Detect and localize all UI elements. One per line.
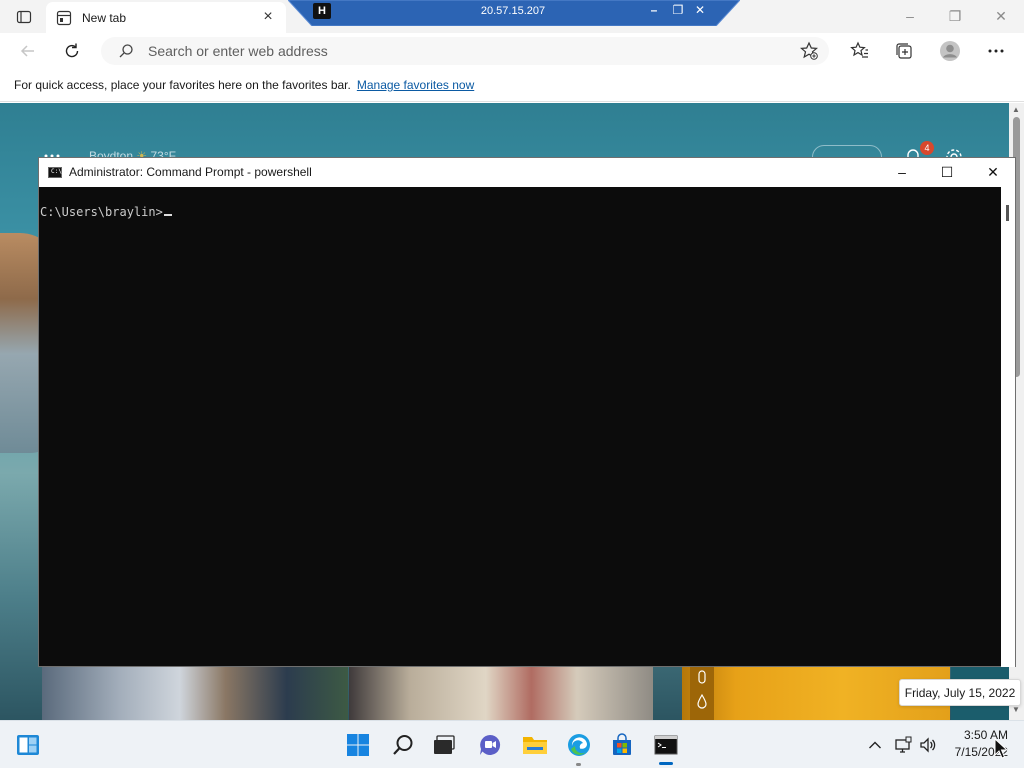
- favorites-bar-text: For quick access, place your favorites h…: [14, 78, 351, 92]
- close-tab-icon[interactable]: ×: [260, 8, 276, 26]
- active-app-indicator: [659, 762, 673, 765]
- scroll-up-icon[interactable]: ▲: [1012, 105, 1020, 114]
- start-windows-icon[interactable]: [345, 732, 371, 758]
- address-input[interactable]: Search or enter web address: [148, 43, 799, 59]
- tab-title: New tab: [82, 10, 127, 25]
- running-indicator: [576, 763, 581, 766]
- weather-card-sidebar: [690, 667, 714, 720]
- tab-new-tab[interactable]: New tab ×: [46, 2, 286, 33]
- refresh-icon[interactable]: [61, 40, 83, 62]
- browser-toolbar: Search or enter web address: [0, 33, 1024, 69]
- address-bar[interactable]: Search or enter web address: [101, 37, 829, 65]
- widgets-icon[interactable]: [15, 732, 41, 758]
- console-maximize-icon[interactable]: ☐: [938, 163, 956, 181]
- manage-favorites-link[interactable]: Manage favorites now: [357, 78, 474, 92]
- remote-minimize-icon[interactable]: –: [647, 3, 661, 17]
- tab-actions-icon[interactable]: [10, 7, 38, 27]
- console-scrollbar[interactable]: [1001, 187, 1015, 667]
- favorites-bar: For quick access, place your favorites h…: [0, 69, 1024, 102]
- console-titlebar[interactable]: C:\ Administrator: Command Prompt - powe…: [39, 158, 1015, 187]
- pin-icon[interactable]: H: [313, 3, 331, 19]
- favorites-icon[interactable]: [849, 40, 871, 62]
- remote-connection-bar: H 20.57.15.207 – ❐ ✕: [288, 0, 740, 26]
- news-card-image[interactable]: [349, 667, 653, 720]
- mouse-cursor-icon: [994, 737, 1009, 760]
- back-icon[interactable]: [17, 40, 39, 62]
- remote-restore-icon[interactable]: ❐: [671, 3, 685, 17]
- settings-more-icon[interactable]: [985, 40, 1007, 62]
- console-title: Administrator: Command Prompt - powershe…: [69, 165, 312, 179]
- task-view-icon[interactable]: [431, 732, 457, 758]
- network-icon[interactable]: [894, 736, 912, 754]
- command-prompt-icon: C:\: [48, 167, 62, 178]
- file-explorer-icon[interactable]: [522, 732, 548, 758]
- text-cursor: [163, 214, 172, 216]
- collections-icon[interactable]: [893, 40, 915, 62]
- show-hidden-icons-chevron-icon[interactable]: [866, 736, 884, 754]
- search-icon: [118, 43, 134, 59]
- browser-close-icon[interactable]: ✕: [993, 8, 1009, 24]
- browser-minimize-icon[interactable]: –: [902, 8, 918, 24]
- console-close-icon[interactable]: ✕: [984, 163, 1002, 181]
- remote-host: 20.57.15.207: [480, 5, 546, 17]
- profile-avatar-icon[interactable]: [939, 40, 961, 62]
- console-minimize-icon[interactable]: –: [893, 163, 911, 181]
- console-window[interactable]: C:\ Administrator: Command Prompt - powe…: [38, 157, 1016, 667]
- console-prompt: C:\Users\braylin>: [40, 205, 163, 219]
- app-launcher-icon[interactable]: [44, 148, 60, 158]
- add-favorite-icon[interactable]: [799, 41, 819, 61]
- teams-chat-icon[interactable]: [477, 732, 503, 758]
- remote-close-icon[interactable]: ✕: [693, 3, 707, 17]
- new-tab-page-icon: [56, 10, 72, 26]
- console-output[interactable]: C:\Users\braylin>: [39, 187, 1001, 667]
- edge-browser-icon[interactable]: [566, 732, 592, 758]
- search-icon[interactable]: [390, 732, 416, 758]
- date-tooltip: Friday, July 15, 2022: [899, 679, 1021, 706]
- volume-icon[interactable]: [919, 736, 937, 754]
- notification-count-badge: 4: [920, 141, 934, 155]
- command-prompt-taskbar-icon[interactable]: [653, 732, 679, 758]
- browser-restore-icon[interactable]: ❐: [947, 8, 963, 24]
- news-card-image[interactable]: [42, 667, 348, 720]
- taskbar: 3:50 AM 7/15/2022: [0, 720, 1024, 768]
- console-scrollbar-thumb[interactable]: [1006, 205, 1009, 221]
- microsoft-store-icon[interactable]: [609, 732, 635, 758]
- scroll-down-icon[interactable]: ▼: [1012, 705, 1020, 714]
- browser-tab-strip: New tab × H 20.57.15.207 – ❐ ✕ – ❐ ✕: [0, 0, 1024, 33]
